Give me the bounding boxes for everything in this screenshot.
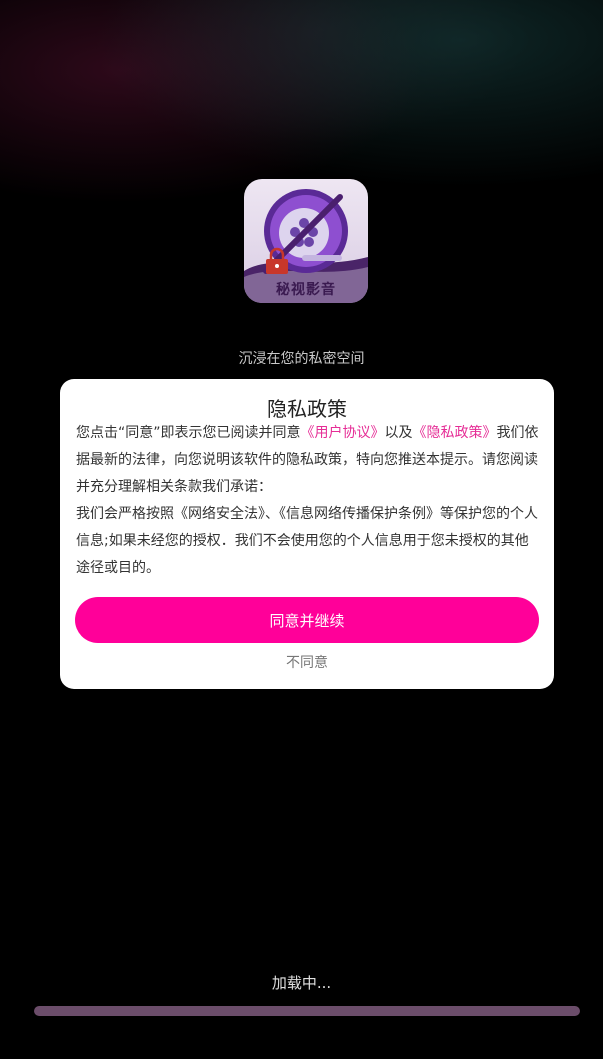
- user-agreement-link[interactable]: 《用户协议》: [301, 425, 385, 441]
- app-logo: 秘视影音: [244, 179, 368, 303]
- privacy-policy-link[interactable]: 《隐私政策》: [413, 425, 497, 441]
- logo-text: 秘视影音: [276, 282, 336, 298]
- loading-progress-fill: [34, 1006, 580, 1016]
- disagree-button[interactable]: 不同意: [60, 653, 554, 673]
- dialog-title: 隐私政策: [267, 397, 347, 421]
- tagline: 沉浸在您的私密空间: [238, 351, 365, 367]
- dialog-body: 您点击“同意”即表示您已阅读并同意《用户协议》以及《隐私政策》我们依据最新的法律…: [76, 420, 540, 582]
- policy-paragraph-2: 我们会严格按照《网络安全法》、《信息网络传播保护条例》等保护您的个人信息;如果未…: [76, 506, 538, 576]
- policy-paragraph-1: 您点击“同意”即表示您已阅读并同意《用户协议》以及《隐私政策》我们依据最新的法律…: [76, 420, 540, 501]
- loading-text: 加载中...: [271, 974, 332, 992]
- agree-and-continue-button[interactable]: 同意并继续: [75, 597, 539, 643]
- loading-progress-bar: [34, 1006, 580, 1016]
- policy-text-between: 以及: [384, 425, 413, 441]
- privacy-policy-dialog: 隐私政策 您点击“同意”即表示您已阅读并同意《用户协议》以及《隐私政策》我们依据…: [60, 379, 554, 689]
- policy-text-before: 您点击“同意”即表示您已阅读并同意: [76, 425, 301, 441]
